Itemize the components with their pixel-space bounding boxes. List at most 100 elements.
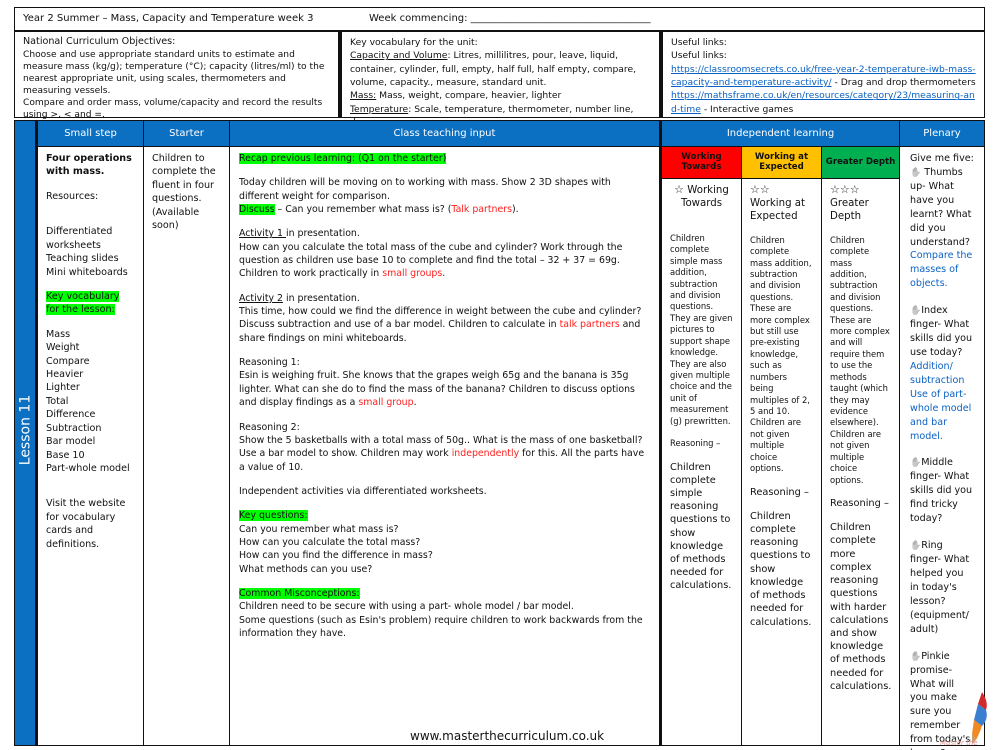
working-towards-column: ☆ Working Towards Children complete simp… — [662, 179, 742, 746]
reasoning-label: Reasoning – — [670, 438, 721, 449]
footer-website: www.masterthecurriculum.co.uk — [410, 729, 605, 743]
key-questions-heading-text: Key questions: — [239, 510, 308, 522]
link-item: https://mathsframe.co.uk/en/resources/ca… — [671, 89, 976, 116]
small-group-note: small group — [358, 397, 414, 409]
header-independent: Independent learning — [662, 120, 900, 147]
reasoning-1-text: Esin is weighing fruit. She knows that t… — [239, 369, 650, 409]
logo-text: Master the Curriculum — [940, 739, 979, 750]
hand-icon: ✋ — [910, 458, 922, 469]
reasoning-1-title: Reasoning 1: — [239, 357, 300, 369]
working-expected-column: ☆☆ Working at Expected Children complete… — [742, 179, 822, 746]
small-step-title: Four operations with mass. — [46, 153, 132, 178]
group-title: ☆ Working Towards — [670, 183, 733, 211]
vocab-item: Mass — [46, 328, 71, 340]
vocab-item: Heavier — [46, 369, 84, 381]
group-description: Children complete simple mass addition, … — [670, 232, 733, 426]
reasoning-2-text: Show the 5 basketballs with a total mass… — [239, 434, 650, 474]
vocab-item: Compare — [46, 355, 90, 367]
header-label: Independent learning — [726, 127, 835, 139]
objective-line: Compare and order mass, volume/capacity … — [23, 97, 323, 120]
resources-label: Resources: — [46, 190, 99, 202]
vocab-item: Part-whole model — [46, 463, 130, 475]
document-title: Year 2 Summer – Mass, Capacity and Tempe… — [14, 7, 339, 31]
activity-1-label: Activity 1 — [239, 228, 286, 240]
discuss-label: Discuss — [239, 204, 275, 216]
header-label: Starter — [169, 127, 204, 139]
greater-depth-column: ☆☆☆ Greater Depth Children complete mass… — [822, 179, 900, 746]
discuss-text: – Can you remember what mass is? ( — [274, 204, 452, 216]
group-header-label: Working at Expected — [754, 151, 809, 172]
working-towards-header: Working Towards — [662, 147, 742, 179]
vocab-item: Lighter — [46, 382, 80, 394]
misconceptions-heading: Common Misconceptions: — [239, 587, 650, 600]
resource-item: Differentiated worksheets — [46, 226, 113, 251]
reasoning-description: Children complete reasoning questions to… — [750, 510, 812, 628]
talk-partners-note: talk partners — [559, 319, 620, 331]
misconceptions-list: Children need to be secure with using a … — [239, 600, 650, 640]
reasoning-1-body: Esin is weighing fruit. She knows that t… — [239, 370, 635, 409]
link-description: - Interactive games — [700, 103, 794, 115]
key-question: What methods can you use? — [239, 563, 373, 575]
mass-label: Mass: — [350, 90, 377, 102]
curriculum-logo-icon — [968, 690, 992, 746]
vocab-item: Weight — [46, 342, 80, 354]
plenary-item: ✋Middle finger- What skills did you find… — [910, 456, 974, 526]
discuss-line: Discuss – Can you remember what mass is?… — [239, 203, 650, 216]
independent-activities-note: Independent activities via differentiate… — [239, 485, 487, 497]
group-title: Greater Depth — [830, 197, 869, 223]
vocab-item: Total — [46, 395, 69, 407]
objective-line: Choose and use appropriate standard unit… — [23, 49, 325, 96]
lesson-label: Lesson 11 — [14, 390, 38, 470]
group-description: Children complete mass addition, subtrac… — [750, 234, 812, 474]
mass-text: Mass, weight, compare, heavier, lighter — [376, 90, 562, 102]
capacity-label: Capacity and Volume — [350, 50, 448, 62]
plenary-item: ✋ Thumbs up- What have you learnt? What … — [910, 166, 974, 291]
header-teaching: Class teaching input — [230, 120, 662, 147]
reasoning-label: Reasoning – — [750, 486, 809, 498]
star-icon: ☆ — [674, 183, 685, 196]
resource-item: Teaching slides — [46, 253, 119, 265]
reasoning-description: Children complete more complex reasoning… — [830, 522, 892, 692]
small-step-column: Four operations with mass. Resources: Di… — [38, 147, 144, 746]
unit-vocabulary: Key vocabulary for the unit: Capacity an… — [339, 31, 662, 128]
starter-text: Children to complete the fluent in four … — [152, 153, 216, 232]
group-description: Children complete mass addition, subtrac… — [830, 234, 890, 485]
key-question: Can you remember what mass is? — [239, 523, 399, 535]
capacity-vocab: Capacity and Volume: Litres, millilitres… — [350, 49, 651, 89]
title-text: Year 2 Summer – Mass, Capacity and Tempe… — [23, 13, 314, 24]
useful-links: Useful links: Useful links: https://clas… — [662, 31, 985, 118]
vocab-item: Difference — [46, 409, 96, 421]
reasoning-2-title: Reasoning 2: — [239, 421, 300, 433]
week-commencing: Week commencing: _______________________… — [339, 7, 985, 31]
links-heading: Useful links: — [671, 37, 727, 48]
teaching-column: Recap previous learning: (Q1 on the star… — [230, 147, 662, 746]
vocab-item: Bar model — [46, 436, 96, 448]
mass-vocab: Mass: Mass, weight, compare, heavier, li… — [350, 89, 651, 102]
star-icon: ☆☆ — [750, 183, 770, 196]
plenary-prompt: Pinkie promise- What will you make sure … — [910, 650, 971, 750]
recap-text: Recap previous learning: (Q1 on the star… — [239, 153, 447, 164]
activity-1-title-rest: in presentation. — [286, 228, 360, 240]
activity-1-title: Activity 1 in presentation. — [239, 227, 650, 240]
link-description: - Drag and drop thermometers — [831, 77, 976, 89]
header-label: Small step — [64, 127, 117, 139]
independently-note: independently — [451, 448, 520, 460]
hand-icon: ✋ — [910, 167, 922, 178]
vocab-item: Base 10 — [46, 449, 85, 461]
reasoning-label: Reasoning – — [830, 497, 889, 509]
activity-1-text: How can you calculate the total mass of … — [239, 241, 650, 281]
header-plenary: Plenary — [900, 120, 985, 147]
key-questions-list: Can you remember what mass is? How can yo… — [239, 523, 650, 576]
